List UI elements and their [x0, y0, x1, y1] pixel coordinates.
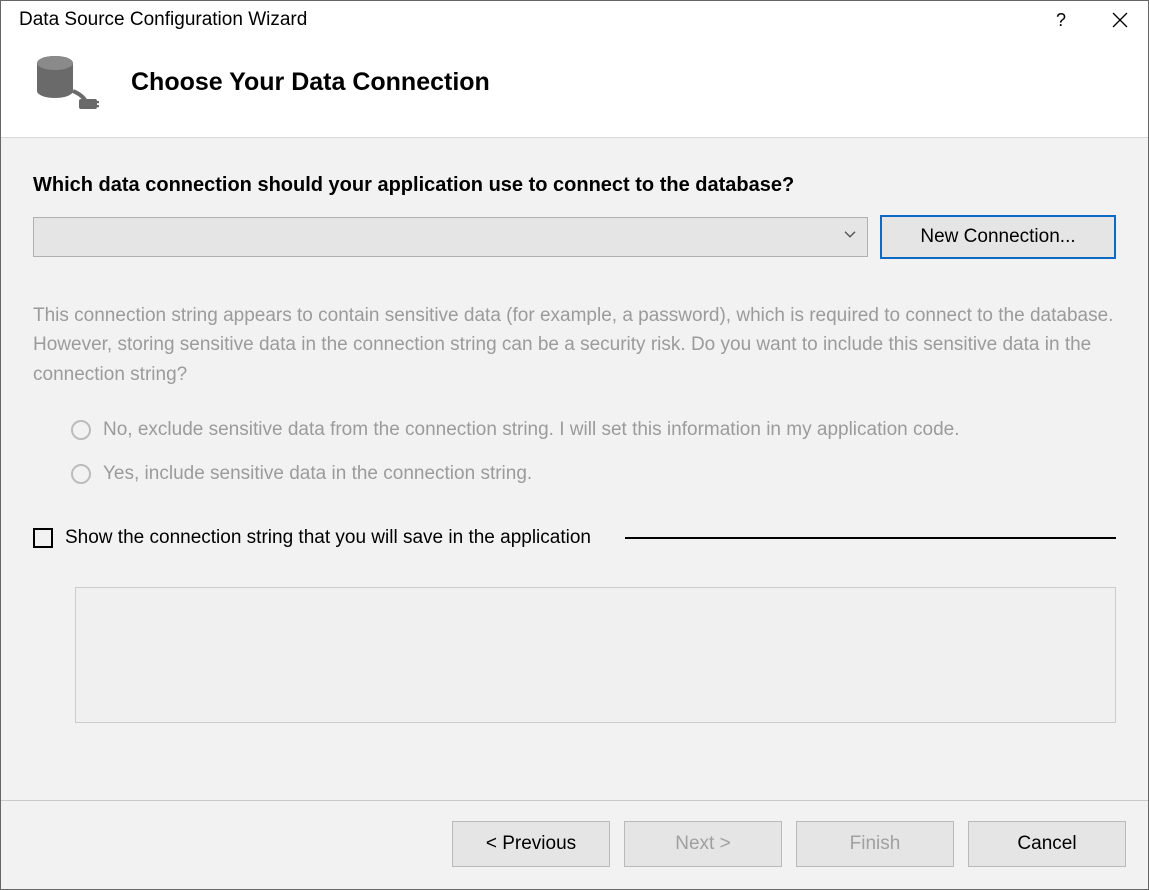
radio-no-label: No, exclude sensitive data from the conn…	[103, 419, 959, 441]
cancel-button[interactable]: Cancel	[968, 821, 1126, 867]
sensitive-data-info: This connection string appears to contai…	[33, 301, 1116, 389]
titlebar: Data Source Configuration Wizard ?	[1, 1, 1148, 39]
help-button[interactable]: ?	[1056, 10, 1066, 31]
wizard-window: Data Source Configuration Wizard ?	[0, 0, 1149, 890]
next-label: Next >	[675, 833, 730, 855]
wizard-footer: < Previous Next > Finish Cancel	[1, 800, 1148, 889]
new-connection-button[interactable]: New Connection...	[880, 215, 1116, 259]
content-area: Which data connection should your applic…	[1, 138, 1148, 800]
connection-row: New Connection...	[33, 215, 1116, 259]
close-icon	[1112, 12, 1128, 28]
sensitive-data-options: No, exclude sensitive data from the conn…	[33, 419, 1116, 485]
radio-icon	[71, 464, 91, 484]
expander-line	[625, 537, 1116, 539]
question-label: Which data connection should your applic…	[33, 174, 1116, 197]
radio-yes-label: Yes, include sensitive data in the conne…	[103, 463, 532, 485]
new-connection-label: New Connection...	[920, 226, 1075, 248]
show-connection-string-checkbox[interactable]	[33, 528, 53, 548]
window-title: Data Source Configuration Wizard	[19, 9, 307, 31]
show-connection-string-label: Show the connection string that you will…	[65, 527, 591, 549]
show-connection-string-row: Show the connection string that you will…	[33, 527, 1116, 549]
radio-no-exclude: No, exclude sensitive data from the conn…	[71, 419, 1116, 441]
radio-yes-include: Yes, include sensitive data in the conne…	[71, 463, 1116, 485]
previous-label: < Previous	[486, 833, 576, 855]
database-connection-icon	[31, 53, 103, 111]
cancel-label: Cancel	[1017, 833, 1076, 855]
titlebar-controls: ?	[1056, 10, 1134, 31]
close-button[interactable]	[1106, 10, 1134, 30]
next-button: Next >	[624, 821, 782, 867]
finish-label: Finish	[850, 833, 901, 855]
previous-button[interactable]: < Previous	[452, 821, 610, 867]
radio-icon	[71, 420, 91, 440]
connection-dropdown[interactable]	[33, 217, 868, 257]
chevron-down-icon	[843, 227, 857, 244]
finish-button: Finish	[796, 821, 954, 867]
page-title: Choose Your Data Connection	[131, 68, 490, 97]
connection-string-textbox	[75, 587, 1116, 723]
wizard-header: Choose Your Data Connection	[1, 39, 1148, 137]
